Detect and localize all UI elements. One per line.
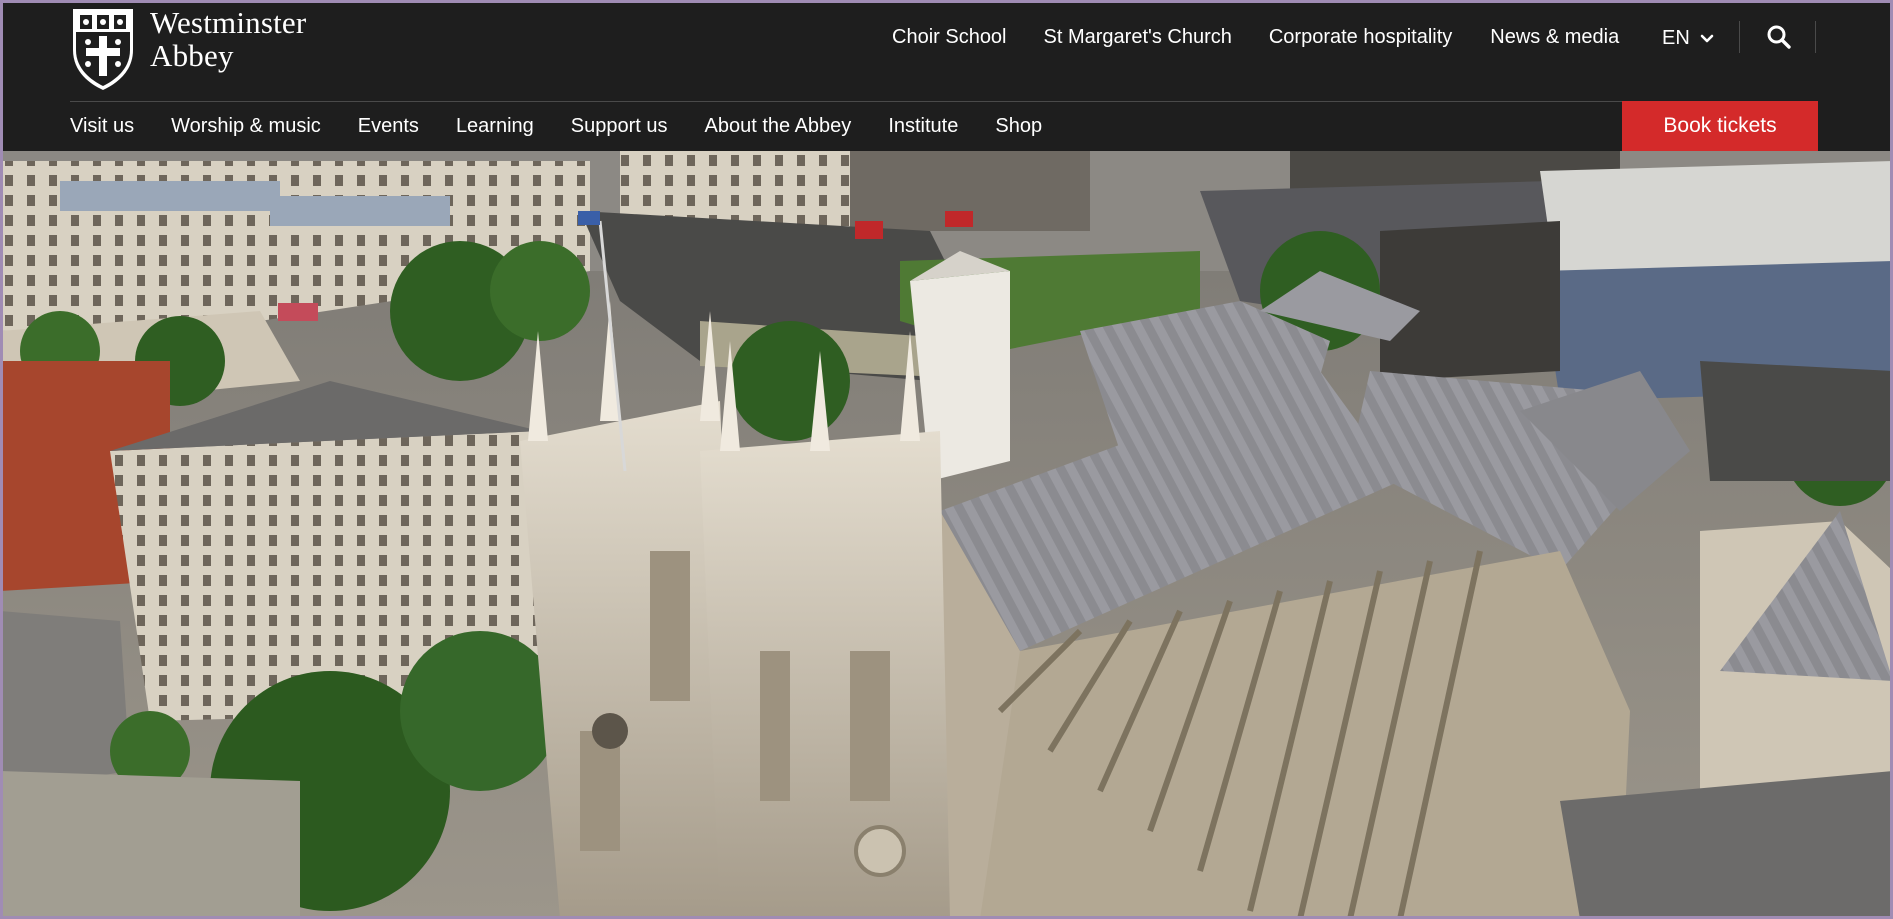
nav-support-us[interactable]: Support us <box>571 115 668 138</box>
abbey-crest-icon <box>73 9 133 90</box>
nav-institute[interactable]: Institute <box>888 115 958 138</box>
nav-events[interactable]: Events <box>358 115 419 138</box>
chevron-down-icon <box>1700 34 1714 42</box>
nav-news-media[interactable]: News & media <box>1490 26 1619 49</box>
logo-line-1: Westminster <box>150 5 307 40</box>
hero-image <box>0 151 1893 919</box>
search-icon[interactable] <box>1766 24 1792 50</box>
language-label: EN <box>1662 27 1690 49</box>
nav-st-margarets-church[interactable]: St Margaret's Church <box>1044 26 1232 49</box>
logo-line-2: Abbey <box>150 38 234 73</box>
nav-learning[interactable]: Learning <box>456 115 534 138</box>
nav-visit-us[interactable]: Visit us <box>70 115 134 138</box>
nav-about-the-abbey[interactable]: About the Abbey <box>705 115 852 138</box>
header-divider <box>70 101 1816 102</box>
nav-choir-school[interactable]: Choir School <box>892 26 1007 49</box>
site-logo[interactable]: Westminster Abbey <box>70 6 306 92</box>
nav-corporate-hospitality[interactable]: Corporate hospitality <box>1269 26 1452 49</box>
main-nav: Visit us Worship & music Events Learning… <box>70 115 1042 138</box>
utility-nav: Choir School St Margaret's Church Corpor… <box>892 26 1619 49</box>
book-tickets-button[interactable]: Book tickets <box>1622 101 1818 151</box>
westminster-abbey-aerial-photo <box>0 151 1893 919</box>
nav-shop[interactable]: Shop <box>995 115 1042 138</box>
divider <box>1815 21 1816 53</box>
site-header: Westminster Abbey Choir School St Margar… <box>0 0 1893 151</box>
language-selector[interactable]: EN <box>1662 27 1714 50</box>
divider <box>1739 21 1740 53</box>
nav-worship-music[interactable]: Worship & music <box>171 115 321 138</box>
